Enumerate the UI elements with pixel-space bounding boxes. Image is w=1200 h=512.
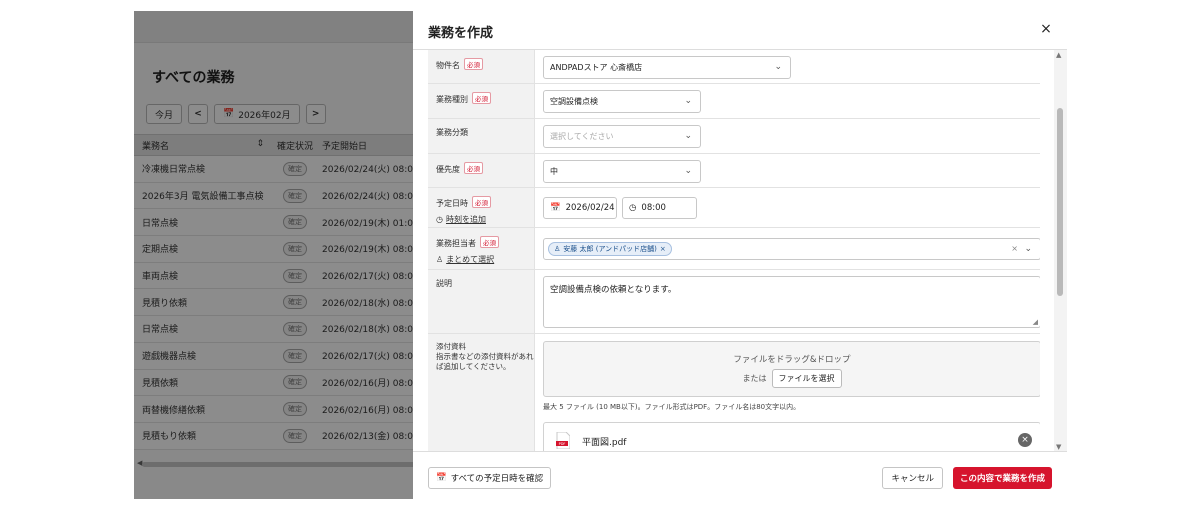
description-label: 説明 <box>436 279 452 288</box>
remove-file-icon[interactable]: × <box>1018 433 1032 447</box>
priority-select[interactable]: 中 ⌄ <box>543 160 701 183</box>
work-type-label: 業務種別 <box>436 95 468 104</box>
dropzone-text: ファイルをドラッグ&ドロップ <box>733 355 851 365</box>
close-icon[interactable]: × <box>1037 20 1055 38</box>
work-category-select[interactable]: 選択してください ⌄ <box>543 125 701 148</box>
field-assignee: 業務担当者 必須 ♙ まとめて選択 ♙ 安藤 太郎 (アンドパッド店舗) × × ⌄ <box>428 228 1040 270</box>
schedule-date-input[interactable]: 📅 2026/02/24 <box>543 197 617 219</box>
chevron-down-icon: ⌄ <box>1024 244 1032 254</box>
app-frame: すべての業務 今月 < 📅 2026年02月 > 業務名 ⇕ 確定状況 予定開始日… <box>134 11 1067 499</box>
required-badge: 必須 <box>472 92 491 104</box>
modal-header: 業務を作成 × <box>413 11 1067 50</box>
assignee-chip[interactable]: ♙ 安藤 太郎 (アンドパッド店舗) × <box>548 242 672 256</box>
required-badge: 必須 <box>464 162 483 174</box>
svg-text:PDF: PDF <box>559 442 566 446</box>
file-dropzone[interactable]: ファイルをドラッグ&ドロップ または ファイルを選択 <box>543 341 1040 397</box>
calendar-icon: 📅 <box>550 203 561 213</box>
schedule-label: 予定日時 <box>436 199 468 208</box>
resize-handle-icon[interactable]: ◢ <box>1033 318 1038 326</box>
person-icon: ♙ <box>554 245 561 253</box>
scroll-down-icon[interactable]: ▼ <box>1056 443 1061 451</box>
field-work-type: 業務種別 必須 空調設備点検 ⌄ <box>428 84 1040 119</box>
chevron-down-icon: ⌄ <box>684 96 692 106</box>
check-all-schedules-button[interactable]: 📅 すべての予定日時を確認 <box>428 467 552 489</box>
add-time-link[interactable]: ◷ 時刻を追加 <box>436 214 534 225</box>
work-category-placeholder: 選択してください <box>550 132 614 141</box>
priority-label: 優先度 <box>436 165 460 174</box>
field-property: 物件名 必須 ANDPADストア 心斎橋店 ⌄ <box>428 50 1040 84</box>
work-type-value: 空調設備点検 <box>550 97 598 106</box>
field-schedule: 予定日時 必須 ◷ 時刻を追加 📅 2026/02/24 ◷ 08:00 <box>428 188 1040 228</box>
modal-body: 物件名必須 ANDPADストア 心斎橋店 ⌄ 業務種別必須 空調設備点検 ⌄ <box>428 50 1040 451</box>
person-icon: ♙ <box>436 255 444 264</box>
property-label: 物件名 <box>436 61 460 70</box>
modal-scrollbar[interactable]: ▲ ▼ <box>1054 50 1067 451</box>
modal-footer: 📅 すべての予定日時を確認 キャンセル この内容で業務を作成 <box>413 451 1067 499</box>
clock-icon: ◷ <box>629 203 637 213</box>
field-attachments: 添付資料 指示書などの添付資料があれば追加してください。 ファイルをドラッグ&ド… <box>428 334 1040 451</box>
chevron-down-icon: ⌄ <box>774 62 782 72</box>
pdf-file-icon: PDF <box>556 432 570 449</box>
field-priority: 優先度 必須 中 ⌄ <box>428 154 1040 188</box>
upload-hint: 最大 5 ファイル (10 MB以下)。ファイル形式はPDF。ファイル名は80文… <box>543 403 801 411</box>
chevron-down-icon: ⌄ <box>684 131 692 141</box>
remove-chip-icon[interactable]: × <box>660 245 666 253</box>
attached-file: PDF 平面図.pdf × <box>543 422 1040 451</box>
schedule-time-input[interactable]: ◷ 08:00 <box>622 197 697 219</box>
priority-value: 中 <box>550 167 558 176</box>
modal-title: 業務を作成 <box>428 26 494 41</box>
create-work-button[interactable]: この内容で業務を作成 <box>952 467 1052 489</box>
cancel-button[interactable]: キャンセル <box>882 467 943 489</box>
field-work-category: 業務分類 選択してください ⌄ <box>428 119 1040 154</box>
bulk-select-link[interactable]: ♙ まとめて選択 <box>436 254 534 265</box>
work-category-label: 業務分類 <box>436 128 468 137</box>
attachments-label: 添付資料 <box>436 342 466 351</box>
clear-icon[interactable]: × <box>1011 244 1018 253</box>
field-description: 説明 空調設備点検の依頼となります。 ◢ <box>428 270 1040 334</box>
assignee-label: 業務担当者 <box>436 239 476 248</box>
or-text: または <box>742 374 767 383</box>
create-work-modal: 業務を作成 × 物件名必須 ANDPADストア 心斎橋店 ⌄ 業務種別必須 <box>413 11 1067 499</box>
clock-icon: ◷ <box>436 215 443 224</box>
attachments-note: 指示書などの添付資料があれば追加してください。 <box>436 352 534 371</box>
file-name: 平面図.pdf <box>582 438 627 448</box>
description-textarea[interactable]: 空調設備点検の依頼となります。 ◢ <box>543 276 1040 328</box>
calendar-icon: 📅 <box>436 473 447 483</box>
property-select[interactable]: ANDPADストア 心斎橋店 ⌄ <box>543 56 791 79</box>
property-value: ANDPADストア 心斎橋店 <box>550 63 643 72</box>
assignee-select[interactable]: ♙ 安藤 太郎 (アンドパッド店舗) × × ⌄ <box>543 238 1040 260</box>
scroll-up-icon[interactable]: ▲ <box>1056 51 1061 59</box>
scroll-thumb[interactable] <box>1057 108 1063 296</box>
chevron-down-icon: ⌄ <box>684 166 692 176</box>
choose-file-button[interactable]: ファイルを選択 <box>771 369 842 388</box>
required-badge: 必須 <box>472 196 491 208</box>
required-badge: 必須 <box>480 236 499 248</box>
work-type-select[interactable]: 空調設備点検 ⌄ <box>543 90 701 113</box>
required-badge: 必須 <box>464 58 483 70</box>
